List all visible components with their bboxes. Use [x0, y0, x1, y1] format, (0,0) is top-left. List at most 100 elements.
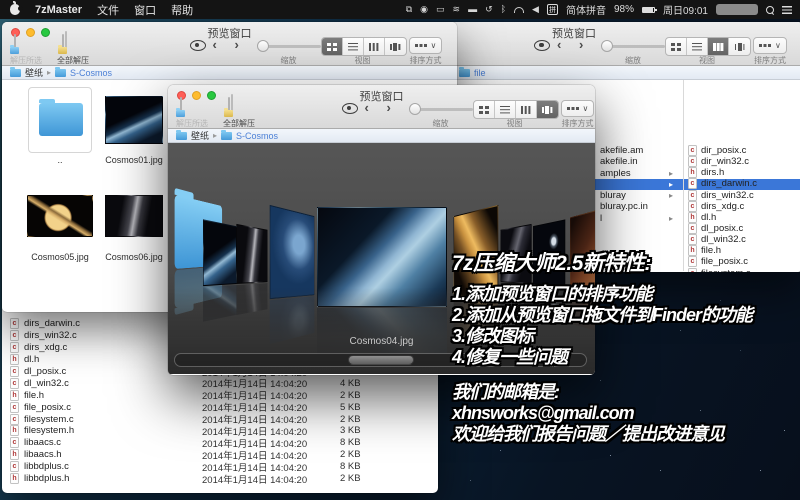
view-grid-segment[interactable] — [321, 38, 343, 55]
sort-dropdown[interactable]: ∨ — [408, 37, 443, 54]
forward-chevron-icon[interactable]: › — [235, 37, 239, 53]
window-titlebar[interactable]: 预览窗口 解压所选 全部解压 ‹ › ∨ 缩放 视图 排序方式 — [168, 85, 595, 129]
annotation-feature: 2.添加从预览窗口拖文件到Finder的功能 — [452, 305, 753, 325]
view-label: 视图 — [506, 119, 523, 128]
spotlight-search-icon[interactable] — [766, 5, 774, 14]
file-name: filesystem.h — [24, 425, 75, 437]
back-chevron-icon[interactable]: ‹ — [557, 37, 561, 53]
extract-all-button[interactable] — [58, 34, 67, 54]
file-name: libbdplus.c — [24, 461, 69, 473]
image-thumbnail[interactable] — [105, 195, 163, 237]
preview-eye-icon[interactable] — [341, 103, 358, 114]
status-sync-icon[interactable]: ⧉ — [406, 5, 412, 14]
mini-folder-icon — [176, 108, 185, 117]
document-icon — [176, 97, 185, 117]
menu-clock[interactable]: 周日09:01 — [663, 2, 708, 17]
sort-dropdown[interactable]: ∨ — [753, 37, 787, 54]
view-coverflow-segment[interactable] — [536, 101, 558, 118]
path-item-root[interactable]: 壁纸 — [25, 66, 43, 79]
notification-center-icon[interactable] — [782, 5, 792, 14]
zoom-label: 缩放 — [280, 56, 297, 65]
file-type-icon: c — [10, 461, 19, 473]
file-size: 2 KB — [340, 449, 361, 461]
file-type-icon: c — [688, 189, 697, 201]
file-size: 8 KB — [340, 437, 361, 449]
back-chevron-icon[interactable]: ‹ — [365, 100, 369, 116]
menu-app-name[interactable]: 7zMaster — [35, 4, 82, 16]
view-list-segment[interactable] — [495, 101, 516, 118]
path-item-root[interactable]: 壁纸 — [191, 129, 209, 142]
status-app-icon[interactable]: ◉ — [420, 5, 428, 14]
view-coverflow-segment[interactable] — [385, 38, 406, 55]
view-grid-segment[interactable] — [474, 101, 495, 118]
folder-icon — [459, 66, 470, 77]
extract-all-button[interactable] — [224, 97, 233, 117]
view-columns-segment[interactable] — [516, 101, 537, 118]
forward-chevron-icon[interactable]: › — [579, 37, 583, 53]
image-thumbnail[interactable] — [105, 96, 163, 144]
path-item-current[interactable]: S-Cosmos — [236, 131, 278, 141]
preview-eye-icon[interactable] — [534, 40, 550, 51]
grid-item-label: Cosmos01.jpg — [105, 155, 163, 165]
view-columns-segment[interactable] — [364, 38, 385, 55]
status-bell-icon[interactable]: ▬ — [468, 5, 477, 14]
zoom-slider[interactable] — [408, 103, 473, 115]
zoom-slider-knob[interactable] — [408, 103, 421, 115]
columns-view-icon — [520, 105, 531, 114]
view-columns-segment[interactable] — [708, 38, 729, 55]
extract-all-label: 全部解压 — [57, 56, 89, 65]
view-list-segment[interactable] — [343, 38, 364, 55]
file-row[interactable]: h libbdplus.h 2014年1月14日 14:04:20 2 KB — [2, 473, 438, 486]
list-view-icon — [692, 42, 702, 51]
view-grid-segment[interactable] — [666, 38, 687, 55]
file-type-icon: h — [10, 449, 19, 461]
path-separator: ▸ — [47, 68, 52, 77]
item-name: dirs_darwin.c — [701, 178, 757, 190]
parent-folder-item[interactable] — [28, 87, 92, 153]
volume-icon[interactable]: ◀ — [532, 5, 539, 14]
folder-icon — [55, 66, 67, 77]
file-type-icon: h — [688, 167, 697, 179]
battery-percent[interactable]: 98% — [614, 4, 634, 15]
sort-dropdown[interactable]: ∨ — [560, 100, 595, 117]
mini-folder-icon — [58, 45, 67, 54]
path-item-current[interactable]: S-Cosmos — [70, 68, 112, 78]
image-thumbnail[interactable] — [27, 195, 93, 237]
coverflow-view-icon — [542, 105, 552, 114]
menu-file[interactable]: 文件 — [97, 2, 119, 18]
file-name: libbdplus.h — [24, 473, 70, 485]
wifi-icon[interactable] — [514, 6, 525, 13]
bluetooth-icon[interactable]: ᛒ — [501, 5, 506, 14]
window-titlebar[interactable]: 预览窗口 解压所选 全部解压 ‹ › ∨ 缩放 视图 排序方式 — [2, 22, 457, 66]
view-list-segment[interactable] — [687, 38, 708, 55]
menu-window[interactable]: 窗口 — [134, 2, 156, 18]
sort-dots-icon — [414, 44, 427, 47]
zoom-slider-knob[interactable] — [601, 40, 613, 52]
zoom-slider[interactable] — [256, 40, 321, 52]
view-coverflow-segment[interactable] — [729, 38, 750, 55]
menu-bar: 7zMaster 文件 窗口 帮助 ⧉ ◉ ▭ ≋ ▬ ↺ ᛒ ◀ 拼 简体拼音… — [0, 0, 800, 19]
item-name: dl_posix.c — [701, 223, 744, 235]
extract-selected-button[interactable] — [176, 97, 185, 117]
apple-menu-icon[interactable] — [10, 1, 23, 15]
back-chevron-icon[interactable]: ‹ — [213, 37, 217, 53]
forward-chevron-icon[interactable]: › — [387, 100, 391, 116]
scrollbar-thumb[interactable] — [347, 355, 414, 365]
file-name: file_posix.c — [24, 401, 71, 413]
input-method-label[interactable]: 简体拼音 — [566, 2, 606, 17]
file-size: 2 KB — [340, 389, 361, 401]
menu-help[interactable]: 帮助 — [171, 2, 193, 18]
zoom-slider[interactable] — [601, 40, 665, 52]
status-airplay-icon[interactable]: ≋ — [453, 5, 461, 14]
status-display-icon[interactable]: ▭ — [436, 5, 445, 14]
extract-selected-button[interactable] — [10, 34, 19, 54]
status-timemachine-icon[interactable]: ↺ — [485, 5, 493, 14]
file-type-icon: c — [10, 413, 19, 425]
item-name: dl_win32.c — [701, 234, 746, 246]
user-name-pill[interactable] — [716, 4, 758, 15]
path-item[interactable]: file — [474, 68, 486, 78]
zoom-slider-knob[interactable] — [256, 40, 269, 52]
preview-eye-icon[interactable] — [189, 40, 206, 51]
zoom-label: 缩放 — [625, 56, 641, 65]
input-method-icon[interactable]: 拼 — [546, 4, 558, 15]
